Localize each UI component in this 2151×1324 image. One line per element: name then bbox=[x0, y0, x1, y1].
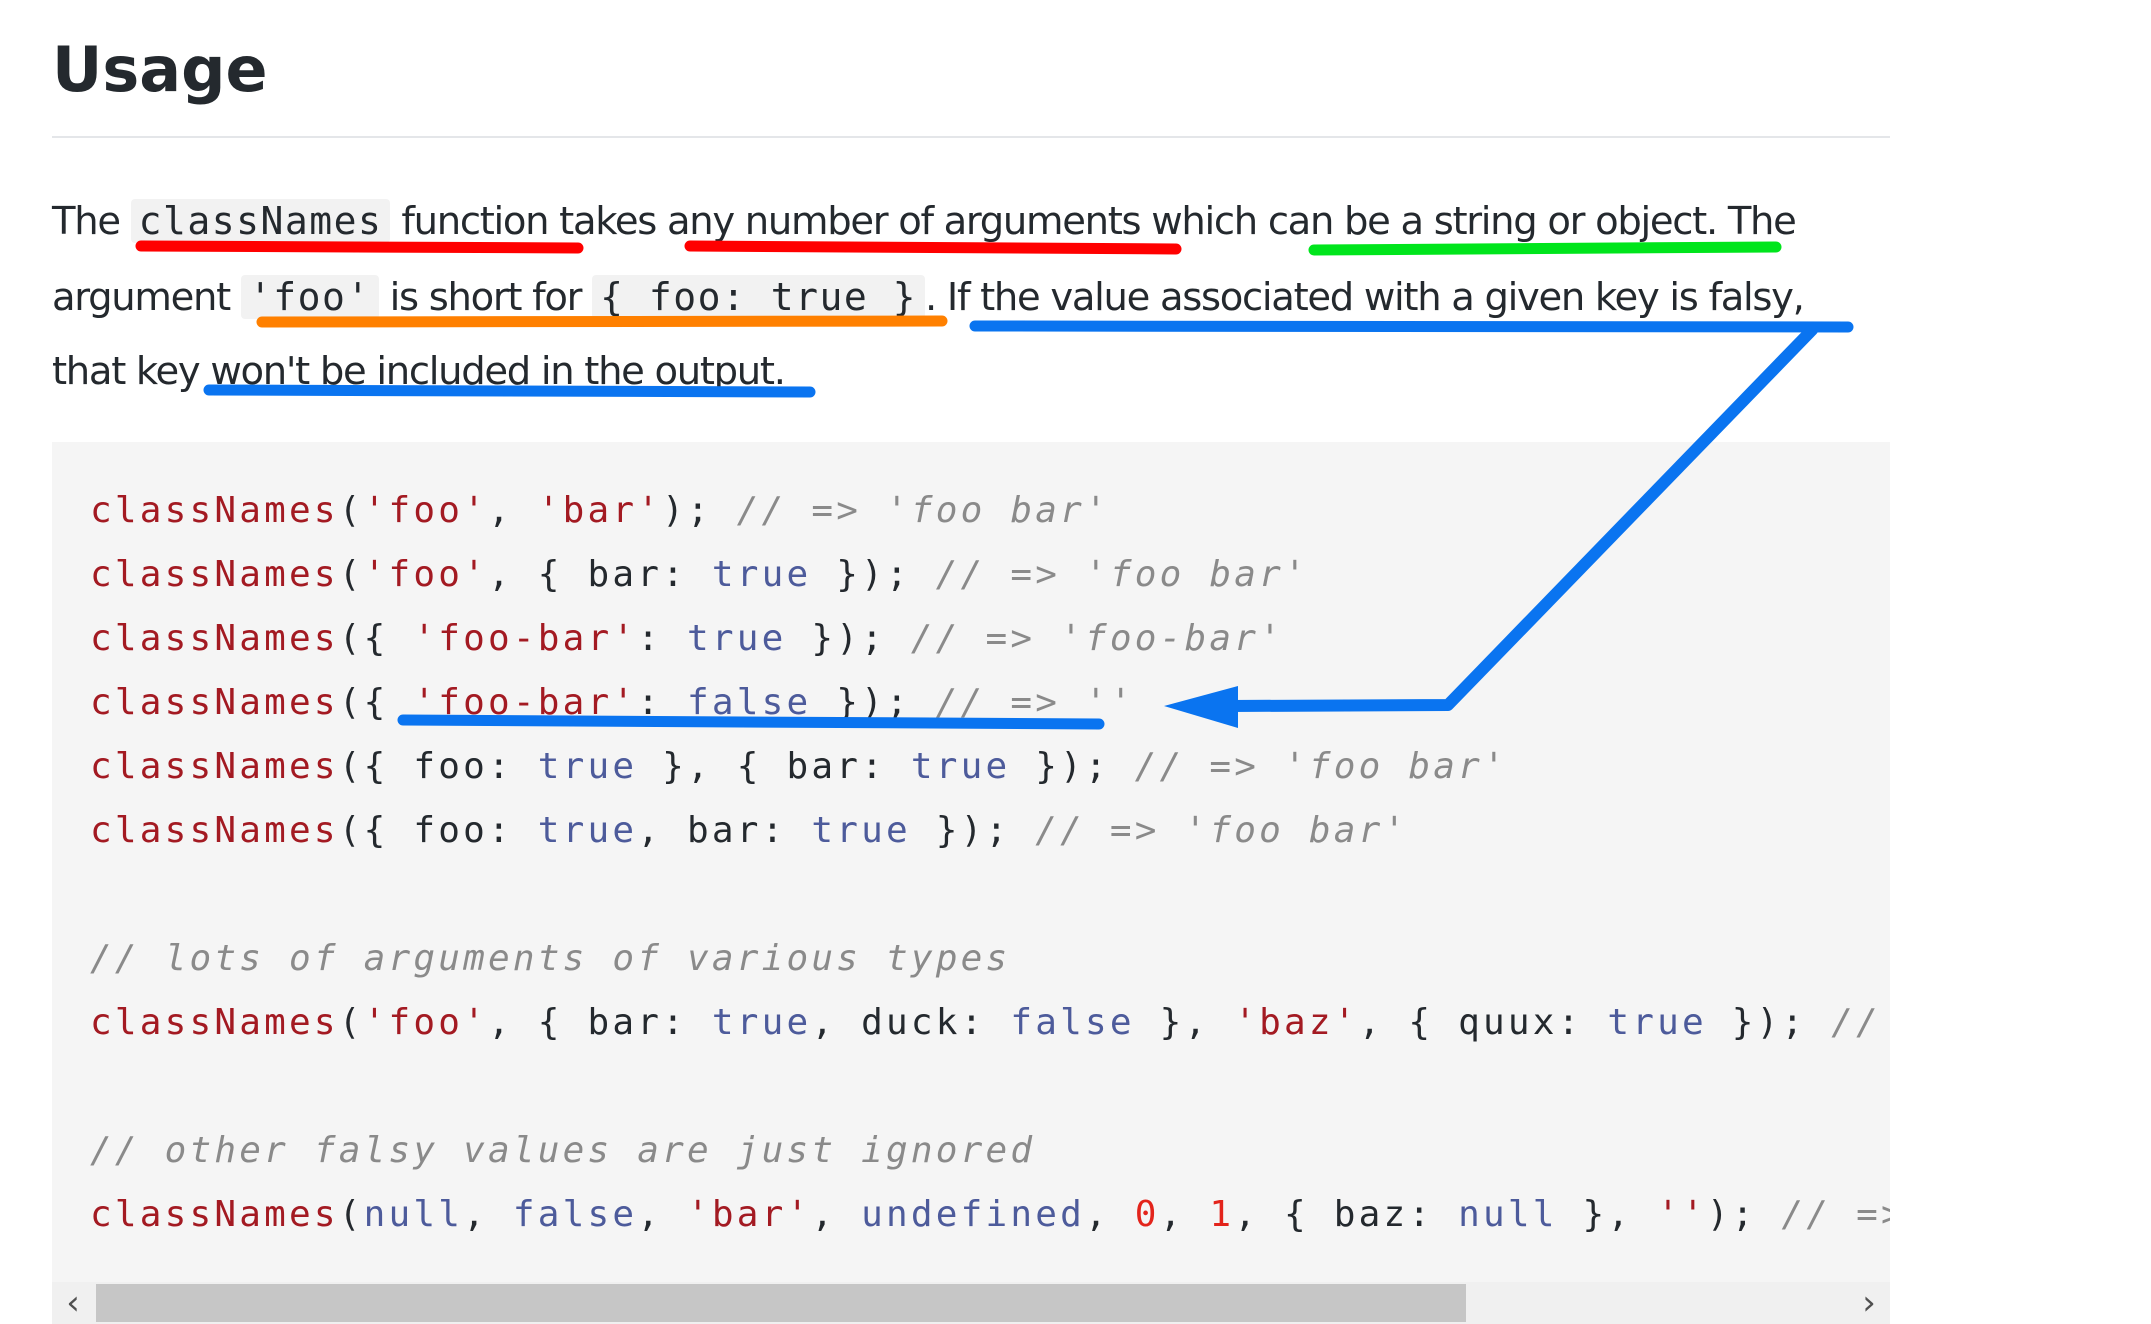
red-underline-arguments bbox=[684, 240, 1182, 255]
blue-connector-arrow bbox=[1224, 324, 1818, 712]
green-underline-string-or-object bbox=[1308, 241, 1782, 256]
arrow-head-icon bbox=[1164, 686, 1238, 728]
orange-underline-short-for bbox=[256, 315, 948, 328]
red-underline-classnames bbox=[135, 240, 584, 254]
blue-underline-falsy bbox=[969, 320, 1854, 333]
blue-underline-not-included bbox=[203, 384, 816, 398]
annotation-overlay bbox=[135, 240, 1854, 730]
blue-underline-false-example bbox=[397, 714, 1105, 730]
